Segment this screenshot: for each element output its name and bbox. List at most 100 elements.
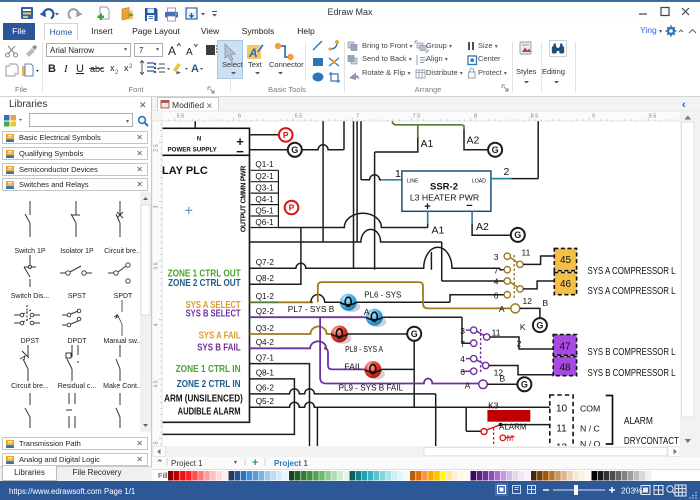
svg-text:FAIL: FAIL (344, 362, 362, 372)
svg-text:48: 48 (559, 362, 571, 373)
svg-text:SYS A FAIL: SYS A FAIL (199, 331, 241, 342)
svg-text:8: 8 (474, 114, 477, 120)
svg-text:G: G (492, 145, 499, 155)
svg-text:Q6-2: Q6-2 (256, 384, 275, 393)
svg-text:COM: COM (580, 404, 600, 414)
svg-text:SYS B COMPRESSOR L: SYS B COMPRESSOR L (588, 368, 676, 379)
svg-text:6: 6 (460, 367, 465, 377)
svg-text:ALARM: ALARM (499, 422, 527, 431)
svg-text:2: 2 (504, 166, 510, 178)
svg-text:46: 46 (560, 279, 572, 290)
svg-text:3: 3 (494, 252, 499, 262)
svg-text:A: A (168, 44, 176, 58)
svg-text:G: G (521, 380, 528, 390)
svg-text:K: K (520, 322, 526, 332)
svg-text:2: 2 (129, 64, 133, 70)
svg-text:B: B (48, 63, 56, 75)
svg-text:POWER SUPPLY: POWER SUPPLY (168, 147, 218, 154)
svg-text:11: 11 (556, 424, 567, 435)
svg-text:Q7-1: Q7-1 (256, 353, 275, 362)
svg-text:Q6-1: Q6-1 (255, 218, 274, 227)
svg-text:A: A (465, 381, 471, 391)
svg-text:PL7 - SYS B: PL7 - SYS B (288, 304, 335, 314)
svg-text:abc: abc (90, 64, 105, 74)
svg-text:A: A (499, 304, 505, 314)
svg-text:47: 47 (559, 341, 571, 352)
svg-text:ARM (UNSILENCED): ARM (UNSILENCED) (164, 394, 243, 405)
svg-text:7: 7 (356, 114, 359, 120)
svg-text:9: 9 (592, 114, 595, 120)
svg-text:AUDIBLE ALARM: AUDIBLE ALARM (178, 406, 241, 417)
svg-text:2: 2 (115, 70, 119, 76)
svg-text:SYS B FAIL: SYS B FAIL (197, 343, 241, 354)
svg-text:3.5: 3.5 (154, 262, 160, 270)
svg-text:G: G (291, 145, 298, 155)
svg-text:LINE: LINE (407, 179, 419, 185)
svg-text:N / C: N / C (580, 424, 600, 434)
svg-text:ZONE 2 CTRL IN: ZONE 2 CTRL IN (177, 379, 241, 390)
svg-text:G: G (536, 320, 543, 330)
svg-text:LOAD: LOAD (472, 179, 486, 185)
svg-text:U: U (76, 63, 84, 75)
svg-text:ALARM: ALARM (624, 416, 653, 427)
svg-text:P: P (289, 203, 295, 213)
svg-text:10: 10 (556, 404, 568, 415)
svg-text:8.5: 8.5 (531, 114, 539, 120)
svg-text:7.5: 7.5 (413, 114, 421, 120)
svg-text:SYS A COMPRESSOR L: SYS A COMPRESSOR L (588, 286, 676, 297)
svg-text:Q1-2: Q1-2 (256, 292, 275, 301)
svg-text:SSR-2: SSR-2 (430, 182, 458, 193)
svg-text:Q2-1: Q2-1 (255, 172, 274, 181)
svg-text:2.5: 2.5 (154, 144, 160, 152)
svg-text:SYS B SELECT: SYS B SELECT (186, 309, 241, 320)
svg-text:9.5: 9.5 (649, 114, 657, 120)
svg-text:Q2-2: Q2-2 (256, 307, 275, 316)
svg-text:G: G (411, 329, 418, 339)
svg-text:M: M (507, 434, 514, 443)
svg-text:−: − (466, 200, 472, 212)
svg-text:7: 7 (494, 265, 499, 275)
svg-text:PL6 - SYS: PL6 - SYS (364, 290, 401, 300)
svg-text:PL8 - SYS A: PL8 - SYS A (345, 344, 383, 354)
svg-text:A2: A2 (476, 221, 489, 233)
svg-text:SYS B COMPRESSOR L: SYS B COMPRESSOR L (588, 347, 676, 358)
svg-text:B: B (500, 374, 506, 384)
svg-text:Q8-2: Q8-2 (256, 274, 275, 283)
svg-text:5.5: 5.5 (177, 114, 185, 120)
svg-text:A1: A1 (421, 138, 434, 150)
svg-text:ZONE 2 CTRL OUT: ZONE 2 CTRL OUT (168, 278, 241, 289)
svg-text:1: 1 (395, 168, 401, 180)
svg-text:A: A (191, 63, 199, 75)
svg-text:6: 6 (494, 290, 499, 300)
svg-text:5: 5 (154, 441, 160, 444)
svg-text:ZONE 1 CTRL IN: ZONE 1 CTRL IN (176, 364, 241, 375)
svg-text:4: 4 (154, 323, 160, 326)
svg-text:SYS A COMPRESSOR L: SYS A COMPRESSOR L (588, 266, 676, 277)
svg-text:Q3-1: Q3-1 (255, 184, 274, 193)
svg-text:B: B (543, 298, 549, 308)
svg-text:3: 3 (154, 205, 160, 208)
svg-text:P: P (283, 130, 289, 140)
svg-text:Q8-1: Q8-1 (256, 369, 275, 378)
svg-text:A: A (364, 307, 370, 317)
svg-text:DRYCONTACT: DRYCONTACT (624, 436, 680, 447)
svg-text:N: N (197, 137, 201, 143)
svg-text:Q4-2: Q4-2 (256, 338, 275, 347)
svg-text:Q5-1: Q5-1 (255, 207, 274, 216)
svg-text:Q7-2: Q7-2 (256, 258, 275, 267)
svg-text:A2: A2 (467, 135, 480, 147)
svg-text:7: 7 (460, 339, 465, 349)
svg-text:A: A (186, 47, 193, 58)
svg-text:12: 12 (523, 296, 533, 306)
svg-text:−: − (236, 144, 244, 159)
svg-text:Q1-1: Q1-1 (255, 160, 274, 169)
svg-text:11: 11 (492, 327, 501, 337)
svg-text:+: + (424, 201, 430, 213)
svg-text:A: A (248, 46, 258, 60)
svg-text:Q5-2: Q5-2 (256, 397, 275, 406)
svg-text:PL9 - SYS B FAIL: PL9 - SYS B FAIL (339, 383, 404, 393)
svg-text:LAY PLC: LAY PLC (162, 165, 208, 177)
svg-text:203%: 203% (621, 486, 643, 496)
svg-text:45: 45 (560, 255, 572, 266)
svg-text:3: 3 (460, 326, 465, 336)
